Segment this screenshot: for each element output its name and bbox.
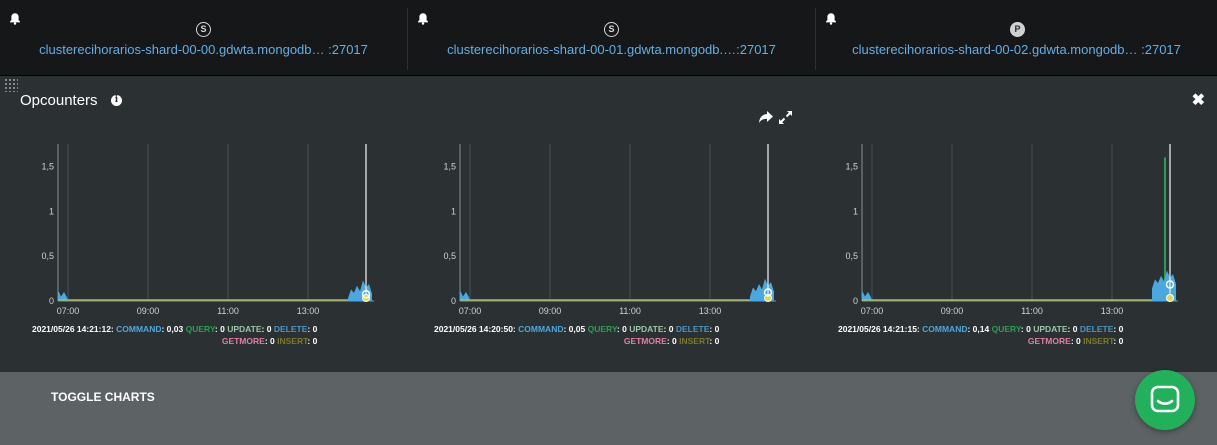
host-cell-1: S clusterecihorarios-shard-00-01.gdwta.m… xyxy=(408,8,816,70)
y-tick-label: 0,5 xyxy=(41,251,54,261)
bell-icon[interactable] xyxy=(416,12,430,26)
y-tick-label: 1,5 xyxy=(443,161,456,171)
y-tick-label: 1,5 xyxy=(845,161,858,171)
readout-timestamp: 2021/05/26 14:21:12: xyxy=(32,324,114,334)
getmore-value: 0 xyxy=(672,336,677,346)
update-value: 0 xyxy=(1072,324,1078,334)
y-tick-label: 1,5 xyxy=(41,161,54,171)
opcounters-chart-2[interactable]: 0 0,5 1 1,5 07:00 09:00 11:00 13:00 xyxy=(834,136,1184,316)
bell-icon[interactable] xyxy=(824,12,838,26)
x-tick-label: 11:00 xyxy=(217,306,239,316)
drag-handle-icon[interactable] xyxy=(4,78,18,92)
panel-title: Opcounters xyxy=(20,92,98,109)
chart-1-readout: 2021/05/26 14:20:50: COMMAND: 0,05 QUERY… xyxy=(434,324,720,346)
y-tick-label: 1 xyxy=(451,206,456,216)
x-tick-label: 09:00 xyxy=(941,306,964,316)
update-value: 0 xyxy=(266,324,272,334)
insert-value: 0 xyxy=(312,336,318,346)
toggle-charts-bar: TOGGLE CHARTS xyxy=(0,372,1217,445)
x-tick-label: 11:00 xyxy=(1021,306,1043,316)
insert-value: 0 xyxy=(714,336,720,346)
host-link[interactable]: clusterecihorarios-shard-00-02.gdwta.mon… xyxy=(816,42,1217,57)
toggle-charts-button[interactable]: TOGGLE CHARTS xyxy=(51,390,155,404)
readout-timestamp: 2021/05/26 14:20:50: xyxy=(434,324,516,334)
y-tick-label: 0 xyxy=(853,296,858,306)
y-tick-label: 0,5 xyxy=(443,251,456,261)
x-tick-label: 09:00 xyxy=(539,306,562,316)
y-tick-label: 0 xyxy=(49,296,54,306)
delete-value: 0 xyxy=(714,324,720,334)
x-tick-label: 07:00 xyxy=(861,306,884,316)
opcounters-chart-0[interactable]: 0 0,5 1 1,5 07:00 09:00 11:00 13:00 xyxy=(30,136,380,316)
chart-0-readout: 2021/05/26 14:21:12: COMMAND: 0,03 QUERY… xyxy=(32,324,318,346)
x-tick-label: 11:00 xyxy=(619,306,641,316)
chart-2-readout: 2021/05/26 14:21:15: COMMAND: 0,14 QUERY… xyxy=(838,324,1124,346)
y-tick-label: 1 xyxy=(853,206,858,216)
share-icon[interactable] xyxy=(758,110,774,124)
x-tick-label: 09:00 xyxy=(137,306,160,316)
chat-icon xyxy=(1150,385,1180,413)
delete-value: 0 xyxy=(312,324,318,334)
x-tick-label: 07:00 xyxy=(459,306,482,316)
hover-marker-query xyxy=(1166,294,1174,302)
readout-timestamp: 2021/05/26 14:21:15: xyxy=(838,324,920,334)
command-value: 0,03 xyxy=(166,324,184,334)
query-value: 0 xyxy=(1026,324,1031,334)
opcounters-chart-1[interactable]: 0 0,5 1 1,5 07:00 09:00 11:00 13:00 xyxy=(432,136,782,316)
y-tick-label: 0,5 xyxy=(845,251,858,261)
host-cell-0: S clusterecihorarios-shard-00-00.gdwta.m… xyxy=(0,8,408,70)
query-value: 0 xyxy=(220,324,225,334)
x-tick-label: 13:00 xyxy=(297,306,320,316)
chat-launcher-button[interactable] xyxy=(1135,370,1195,430)
delete-value: 0 xyxy=(1118,324,1124,334)
query-value: 0 xyxy=(622,324,627,334)
bell-icon[interactable] xyxy=(8,12,22,26)
host-cell-2: P clusterecihorarios-shard-00-02.gdwta.m… xyxy=(816,8,1217,70)
info-icon[interactable]: i xyxy=(111,95,122,106)
insert-value: 0 xyxy=(1118,336,1124,346)
host-link[interactable]: clusterecihorarios-shard-00-00.gdwta.mon… xyxy=(0,42,407,57)
replica-set-host-bar: S clusterecihorarios-shard-00-00.gdwta.m… xyxy=(0,0,1217,76)
command-value: 0,14 xyxy=(972,324,990,334)
close-icon[interactable]: ✖ xyxy=(1192,90,1205,110)
update-value: 0 xyxy=(668,324,674,334)
secondary-role-icon: S xyxy=(604,22,619,37)
getmore-value: 0 xyxy=(270,336,275,346)
getmore-value: 0 xyxy=(1076,336,1081,346)
secondary-role-icon: S xyxy=(196,22,211,37)
x-tick-label: 13:00 xyxy=(699,306,722,316)
expand-icon[interactable] xyxy=(779,111,792,124)
x-tick-label: 13:00 xyxy=(1101,306,1124,316)
command-value: 0,05 xyxy=(568,324,586,334)
host-link[interactable]: clusterecihorarios-shard-00-01.gdwta.mon… xyxy=(408,42,815,57)
y-tick-label: 1 xyxy=(49,206,54,216)
primary-role-icon: P xyxy=(1010,22,1025,37)
y-tick-label: 0 xyxy=(451,296,456,306)
x-tick-label: 07:00 xyxy=(57,306,80,316)
